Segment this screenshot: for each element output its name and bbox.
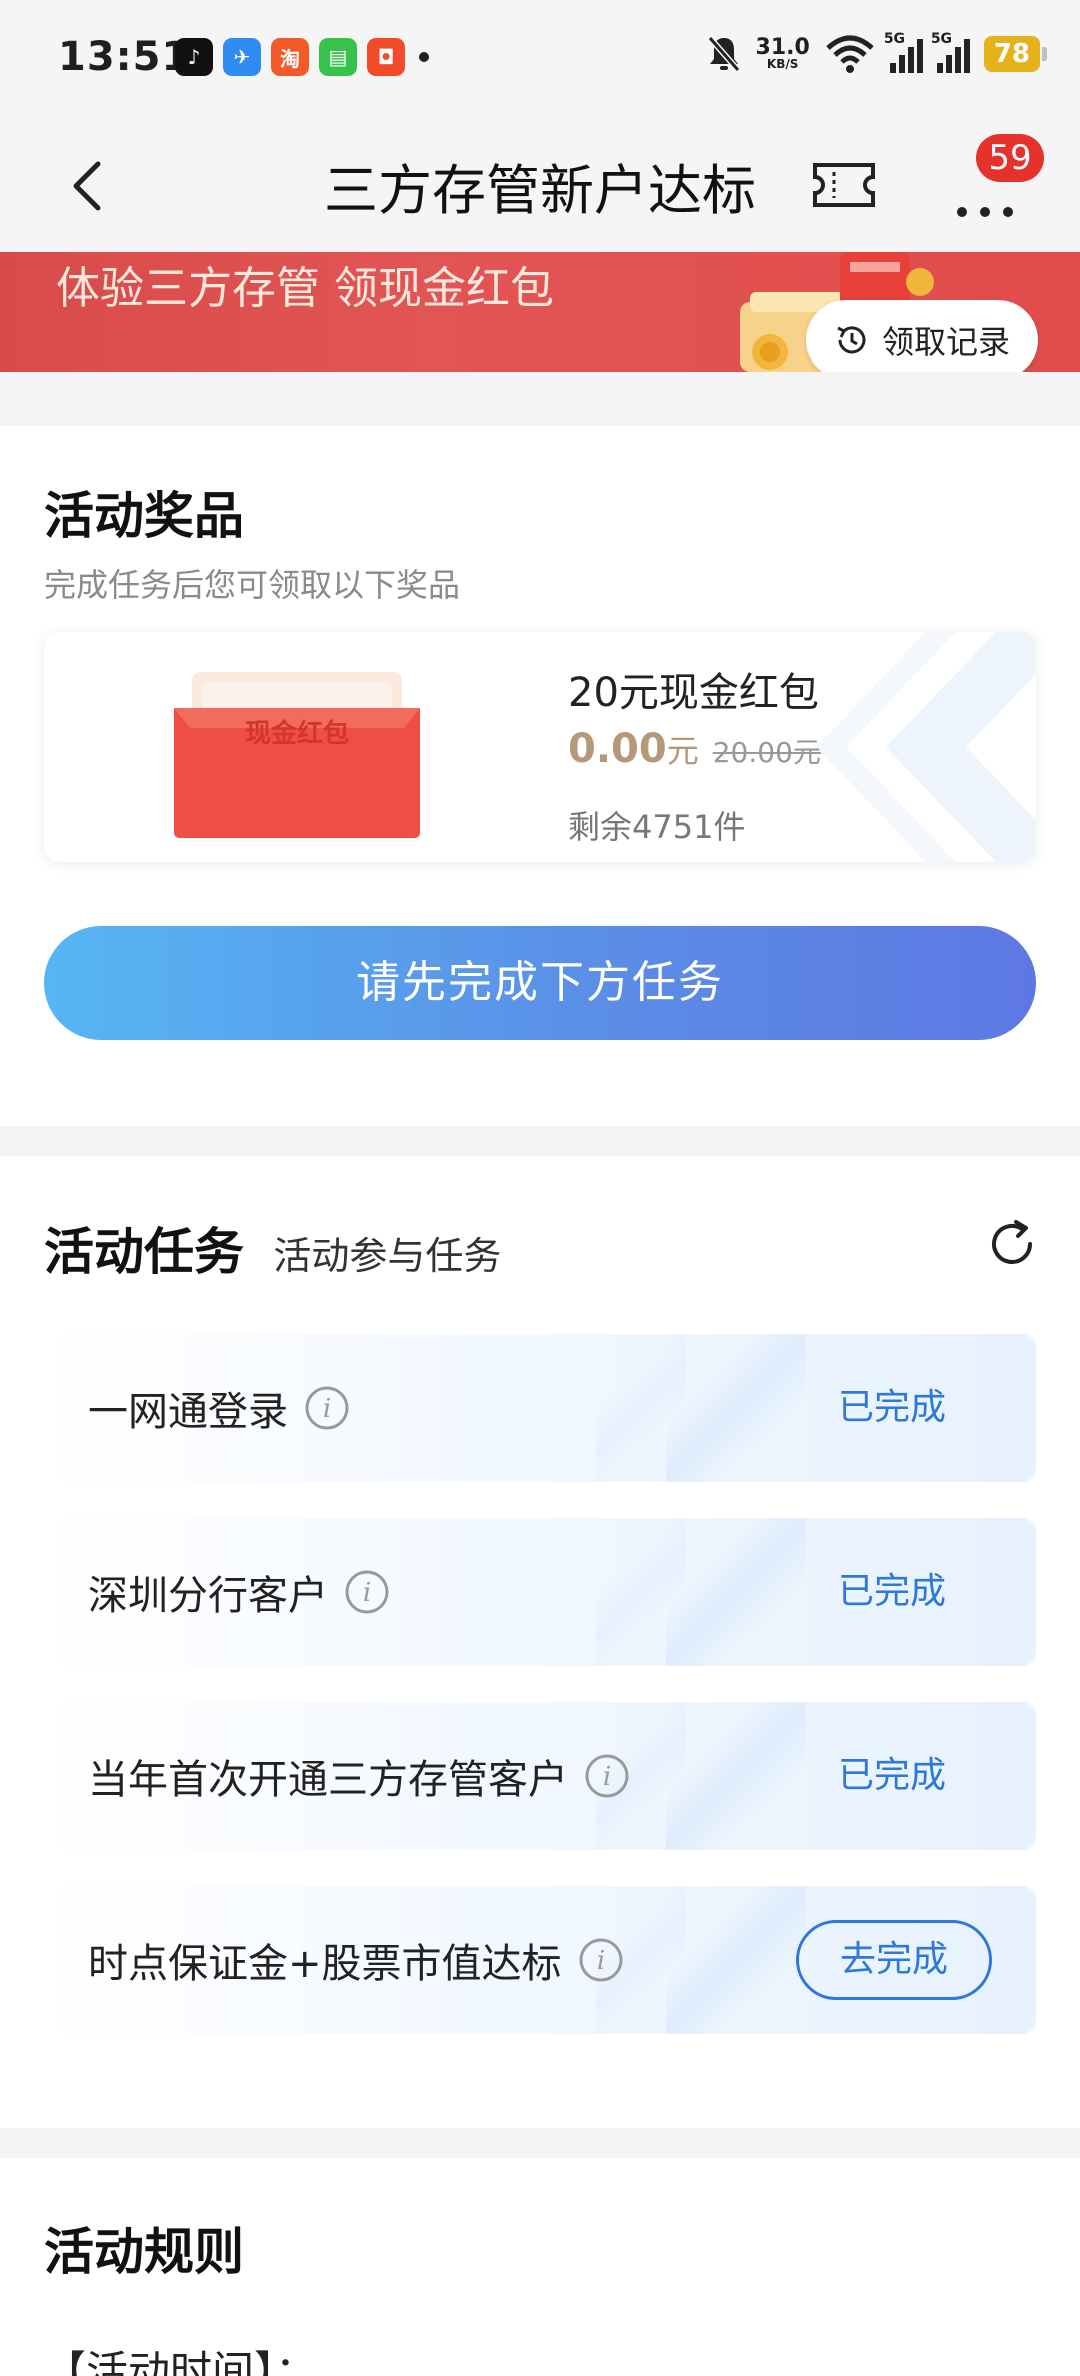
info-icon[interactable]: i [344,1569,390,1615]
signal-strength-icon: 5G [884,31,923,73]
info-icon[interactable]: i [584,1753,630,1799]
task-item[interactable]: 当年首次开通三方存管客户 i 已完成 [36,1702,1036,1850]
info-icon[interactable]: i [578,1937,624,1983]
rules-section: 活动规则 【活动时间】： [0,2158,1080,2376]
prize-section-subtitle: 完成任务后您可领取以下奖品 [44,566,461,604]
feishu-icon: ✈ [223,38,261,76]
svg-text:i: i [596,1946,604,1976]
prize-stock: 剩余4751件 [568,808,746,846]
price-unit: 元 [666,732,699,770]
svg-text:i: i [603,1762,611,1792]
prize-card[interactable]: 现金红包 20元现金红包 0.00 元 20.00元 剩余4751件 [44,632,1036,862]
notification-dot-icon [419,52,429,62]
page-title: 三方存管新户达标 [324,159,756,222]
rules-section-title: 活动规则 [44,2223,244,2281]
prize-section-title: 活动奖品 [44,487,244,545]
status-time: 13:51 [58,34,191,80]
envelope-label: 现金红包 [245,718,349,749]
task-section-subtitle: 活动参与任务 [273,1234,502,1278]
task-item[interactable]: 深圳分行客户 i 已完成 [36,1518,1036,1666]
task-status: 已完成 [837,1755,946,1796]
prize-name: 20元现金红包 [568,670,819,716]
status-indicators: 31.0 KB/S 5G 5G 78 [706,31,1048,74]
ticket-icon[interactable] [812,162,876,208]
mute-bell-icon [707,36,740,72]
go-complete-button[interactable]: 去完成 [796,1920,992,2000]
status-app-icons: ♪ ✈ 淘 ▤ ◘ [175,38,429,76]
current-price: 0.00 [568,726,667,772]
original-price: 20.00元 [712,736,821,769]
network-speed: 31.0 KB/S [755,35,810,71]
prize-price: 0.00 元 20.00元 [568,726,821,772]
claim-record-label: 领取记录 [881,323,1010,361]
history-clock-icon [837,326,866,354]
battery-indicator: 78 [983,36,1048,72]
wifi-icon [826,35,874,73]
banner-text: 体验三方存管 领现金红包 [56,263,554,314]
svg-text:i: i [323,1394,331,1424]
status-bar: 13:51 ♪ ✈ 淘 ▤ ◘ 31.0 KB/S 5G 5G 78 [0,0,1080,118]
task-name: 一网通登录 [88,1389,288,1435]
task-name: 时点保证金+股票市值达标 [88,1941,562,1987]
meituan-icon: ◘ [367,38,405,76]
promo-banner: 体验三方存管 领现金红包 领取记录 [0,252,1080,372]
refresh-icon[interactable] [986,1218,1038,1270]
prize-section: 活动奖品 完成任务后您可领取以下奖品 现金红包 20元现金红包 0.00 元 2… [0,426,1080,1126]
message-icon: ▤ [319,38,357,76]
rules-first-item: 【活动时间】： [44,2347,318,2376]
task-name: 当年首次开通三方存管客户 [88,1757,568,1803]
svg-text:i: i [363,1578,371,1608]
task-item[interactable]: 一网通登录 i 已完成 [36,1334,1036,1482]
task-name: 深圳分行客户 [88,1573,328,1619]
task-status: 已完成 [837,1387,946,1428]
task-item[interactable]: 时点保证金+股票市值达标 i 去完成 [36,1886,1036,2034]
task-section: 活动任务 活动参与任务 一网通登录 i 已完成 深圳分行客户 i 已完成 当年首… [0,1156,1080,2128]
task-section-title: 活动任务 活动参与任务 [44,1223,502,1281]
taobao-icon: 淘 [271,38,309,76]
tiktok-icon: ♪ [175,38,213,76]
red-envelope-icon: 现金红包 [174,672,420,838]
claim-record-button[interactable]: 领取记录 [806,300,1038,372]
signal-strength-icon: 5G [931,31,970,73]
notification-badge: 59 [976,134,1044,182]
navigation-bar: 三方存管新户达标 59 [0,118,1080,252]
task-status: 已完成 [837,1571,946,1612]
info-icon[interactable]: i [304,1385,350,1431]
complete-tasks-button[interactable]: 请先完成下方任务 [44,926,1036,1040]
